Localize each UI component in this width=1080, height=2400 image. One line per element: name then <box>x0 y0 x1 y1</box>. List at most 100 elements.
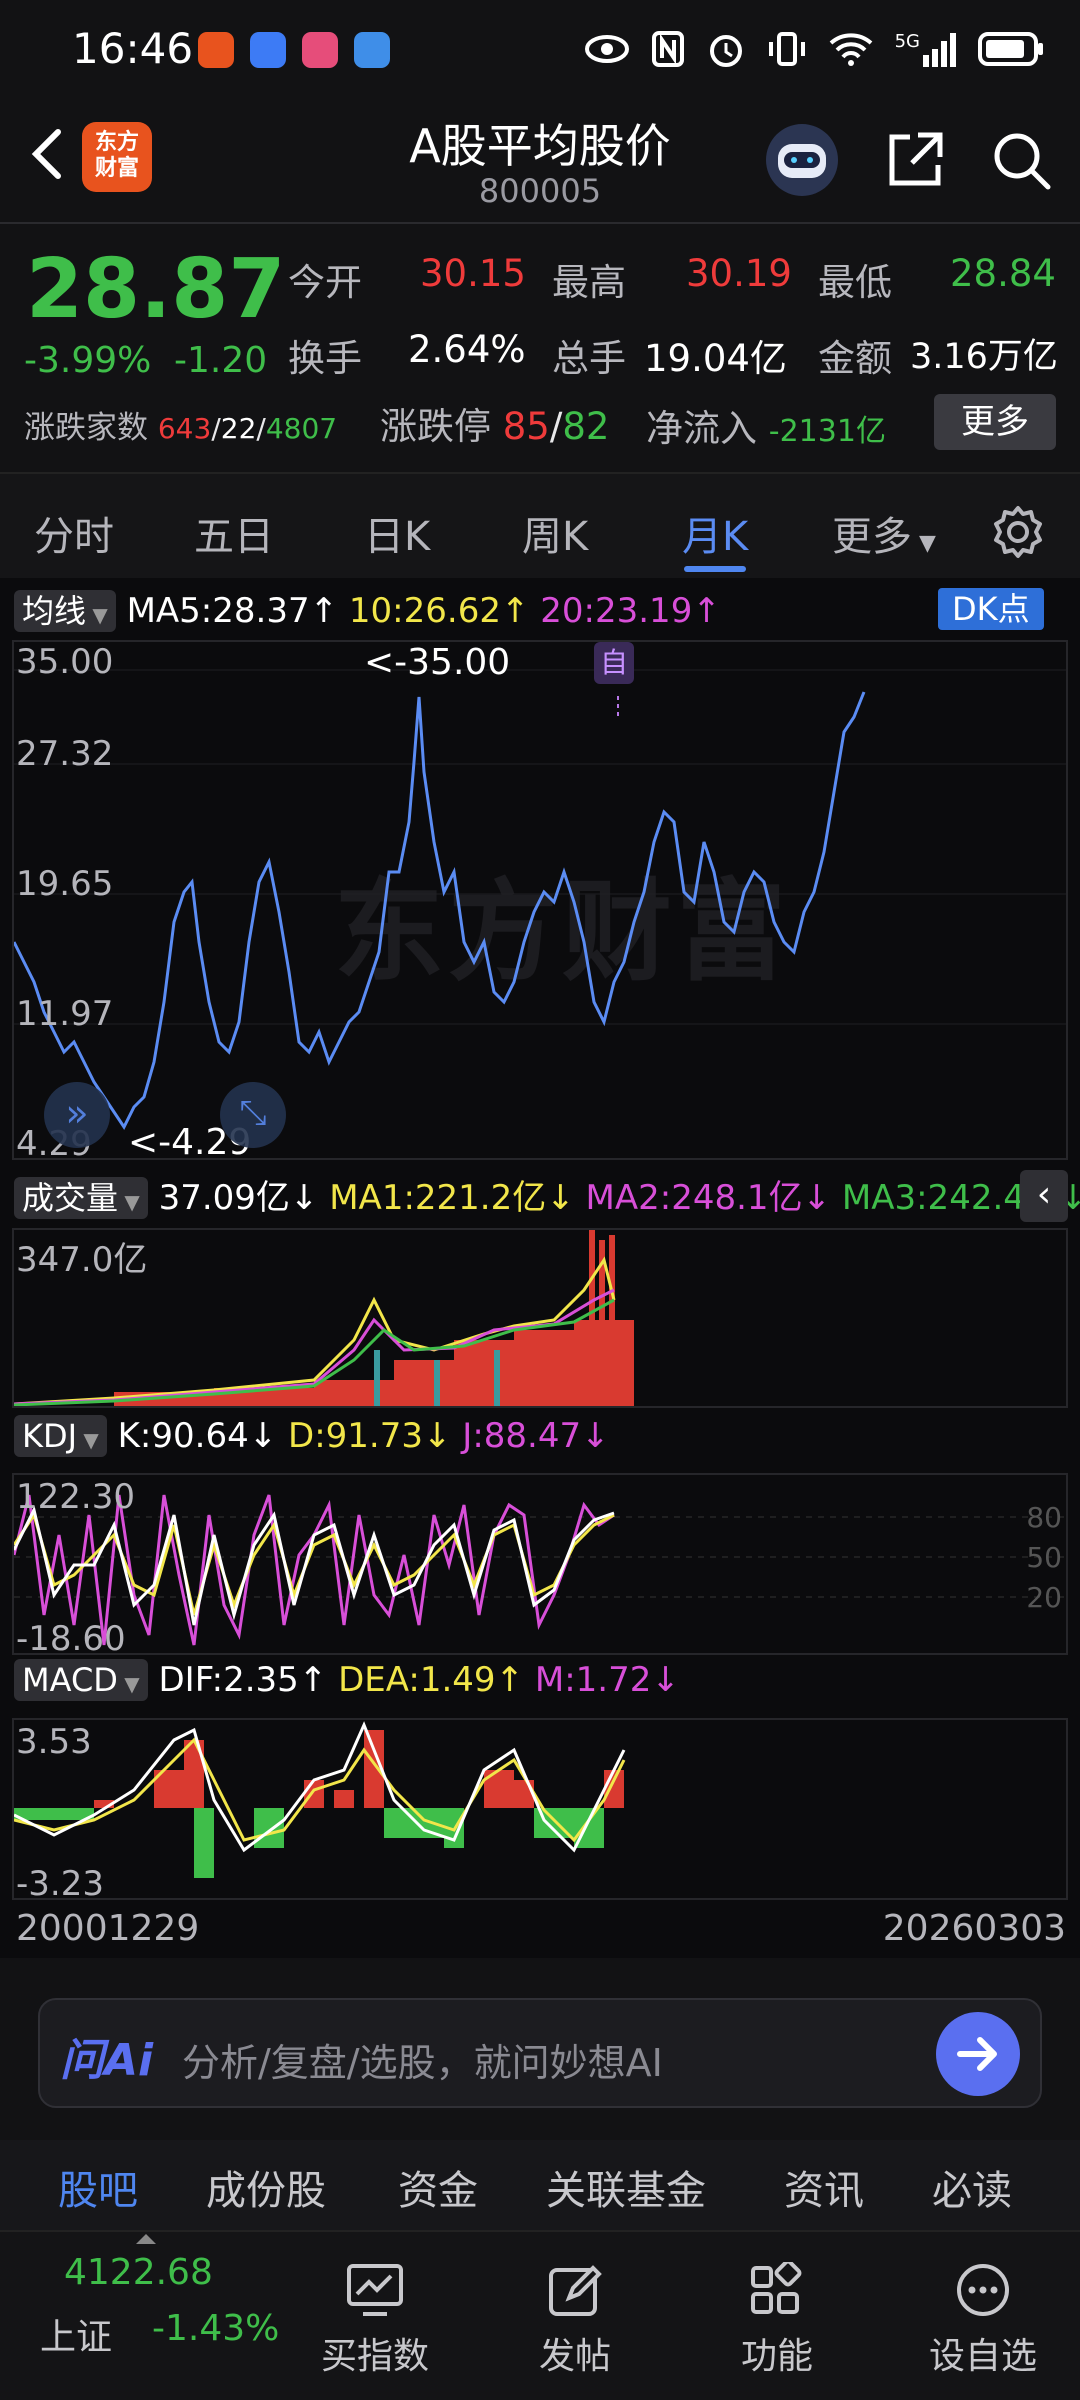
amount-value: 3.16万亿 <box>910 337 1058 377</box>
tab-funds-flow[interactable]: 资金 <box>398 2158 478 2216</box>
flat-count: 22 <box>220 412 257 445</box>
functions-button[interactable]: 功能 <box>722 2259 832 2379</box>
ma5-value: MA5:28.37↑ <box>126 591 339 631</box>
limit-stats: 涨跌停 85/82 <box>380 405 610 448</box>
tab-forum[interactable]: 股吧 <box>58 2158 138 2216</box>
nfc-icon <box>651 31 684 67</box>
kdj-legend: KDJ ▼ K:90.64↓ D:91.73↓ J:88.47↓ <box>14 1415 610 1457</box>
self-select-tag[interactable]: 自 <box>594 642 634 684</box>
low-label: 最低 <box>818 261 892 304</box>
vibrate-icon <box>768 32 805 66</box>
robot-assistant-icon[interactable] <box>764 122 840 198</box>
volume-ma1: MA1:221.2亿↓ <box>329 1178 575 1218</box>
buy-index-label: 买指数 <box>320 2336 429 2377</box>
post-button[interactable]: 发帖 <box>520 2262 630 2379</box>
period-tabs: 分时 五日 日K 周K 月K 更多 ▼ <box>0 472 1080 578</box>
volume-bars <box>14 1230 634 1406</box>
kline-panel[interactable]: 东方财富 35.00 27.32 19.65 11.97 4.29 <-35.0… <box>12 640 1068 1164</box>
kdj-ytick-top: 122.30 <box>16 1477 135 1517</box>
more-button[interactable]: 更多 <box>934 394 1056 450</box>
tab-constituents[interactable]: 成份股 <box>206 2158 326 2216</box>
tab-weekly-k[interactable]: 周K <box>522 504 588 562</box>
more-dots-icon <box>957 2264 1009 2316</box>
volume-selector[interactable]: 成交量 ▼ <box>14 1177 148 1219</box>
limit-label: 涨跌停 <box>380 405 491 448</box>
ai-brand: 问Ai <box>60 2035 154 2086</box>
kdj-level-20: 20 <box>1026 1581 1062 1614</box>
price-ytick-4: 11.97 <box>16 994 114 1034</box>
wifi-icon <box>829 33 872 66</box>
volume-legend: 成交量 ▼ 37.09亿↓ MA1:221.2亿↓ MA2:248.1亿↓ MA… <box>14 1170 1080 1219</box>
expand-left-icon[interactable]: » <box>44 1082 110 1148</box>
volume-ma2: MA2:248.1亿↓ <box>585 1178 832 1218</box>
volume-label: 总手 <box>552 337 626 380</box>
kdj-selector[interactable]: KDJ ▼ <box>14 1415 107 1457</box>
price-line <box>14 691 866 1130</box>
ai-send-button[interactable] <box>936 2012 1020 2096</box>
signal-icon: 5G <box>895 31 956 67</box>
quote-panel: 28.87 -3.99% -1.20 今开 30.15 最高 30.19 最低 … <box>0 222 1080 472</box>
post-label: 发帖 <box>538 2336 611 2377</box>
tab-news[interactable]: 资讯 <box>784 2158 864 2216</box>
dk-point-button[interactable]: DK点 <box>938 588 1044 630</box>
breadth-stats: 涨跌家数 643/22/4807 <box>24 410 338 446</box>
fullscreen-icon[interactable]: ⤡ <box>220 1082 286 1148</box>
index-value[interactable]: 4122.68 <box>64 2252 213 2293</box>
chart-icon <box>347 2264 403 2316</box>
kdj-level-50: 50 <box>1026 1541 1062 1574</box>
max-price-marker: <-35.00 <box>364 642 511 683</box>
tab-related-funds[interactable]: 关联基金 <box>546 2158 706 2216</box>
macd-dea: DEA:1.49↑ <box>338 1660 525 1700</box>
add-watchlist-button[interactable]: 设自选 <box>918 2262 1048 2379</box>
functions-label: 功能 <box>740 2336 813 2377</box>
tab-must-read[interactable]: 必读 <box>932 2158 1012 2216</box>
shopping-notification-icon <box>302 32 338 68</box>
last-price: 28.87 <box>26 242 286 337</box>
arrow-right-icon <box>957 2037 997 2071</box>
search-icon[interactable] <box>990 129 1052 191</box>
tab-more[interactable]: 更多 ▼ <box>832 504 936 562</box>
change-percent: -3.99% <box>24 340 152 381</box>
ai-placeholder[interactable]: 分析/复盘/选股，就问妙想AI <box>182 2032 663 2087</box>
header-actions <box>764 122 1052 198</box>
tab-monthly-k[interactable]: 月K <box>682 504 748 562</box>
turnover-value: 2.64% <box>408 328 526 371</box>
ma-selector[interactable]: 均线 ▼ <box>14 590 116 632</box>
index-name: 上证 <box>40 2317 113 2358</box>
tab-five-day[interactable]: 五日 <box>194 504 274 562</box>
browser-notification-icon <box>250 32 286 68</box>
low-value: 28.84 <box>950 252 1056 295</box>
alarm-icon <box>709 35 742 67</box>
status-icons: 5G <box>584 30 1044 68</box>
ma10-value: 10:26.62↑ <box>348 591 530 631</box>
kdj-panel: 122.30 -18.60 80 50 20 <box>12 1473 1068 1659</box>
expand-up-icon[interactable] <box>136 2234 156 2244</box>
down-count: 4807 <box>265 412 338 445</box>
inflow-stats: 净流入 -2131亿 <box>646 398 886 452</box>
eye-icon <box>584 35 629 63</box>
status-bar: 16:46 5G <box>0 0 1080 100</box>
macd-legend: MACD ▼ DIF:2.35↑ DEA:1.49↑ M:1.72↓ <box>14 1659 680 1701</box>
buy-index-button[interactable]: 买指数 <box>320 2262 430 2379</box>
status-time: 16:46 <box>72 24 194 73</box>
kdj-level-80: 80 <box>1026 1501 1062 1534</box>
ai-search-bar[interactable]: 问Ai 分析/复盘/选股，就问妙想AI <box>38 1998 1042 2108</box>
tab-intraday[interactable]: 分时 <box>34 504 114 562</box>
open-value: 30.15 <box>420 252 526 295</box>
kdj-j: J:88.47↓ <box>462 1416 610 1456</box>
kdj-k: K:90.64↓ <box>117 1416 278 1456</box>
grid-icon <box>751 2259 802 2314</box>
collapse-panel-icon[interactable]: ‹ <box>1020 1170 1068 1222</box>
macd-selector[interactable]: MACD ▼ <box>14 1659 148 1701</box>
up-count: 643 <box>157 412 212 445</box>
settings-gear-icon[interactable] <box>990 504 1046 560</box>
dropdown-caret-icon: ▼ <box>912 531 936 556</box>
limit-up: 85 <box>502 405 550 448</box>
volume-ytick: 347.0亿 <box>16 1240 148 1280</box>
end-date: 20260303 <box>882 1908 1066 1949</box>
share-icon[interactable] <box>884 129 946 191</box>
tab-daily-k[interactable]: 日K <box>364 504 430 562</box>
edit-icon <box>549 2265 602 2316</box>
change-amount: -1.20 <box>174 340 268 381</box>
inflow-label: 净流入 <box>646 407 757 450</box>
